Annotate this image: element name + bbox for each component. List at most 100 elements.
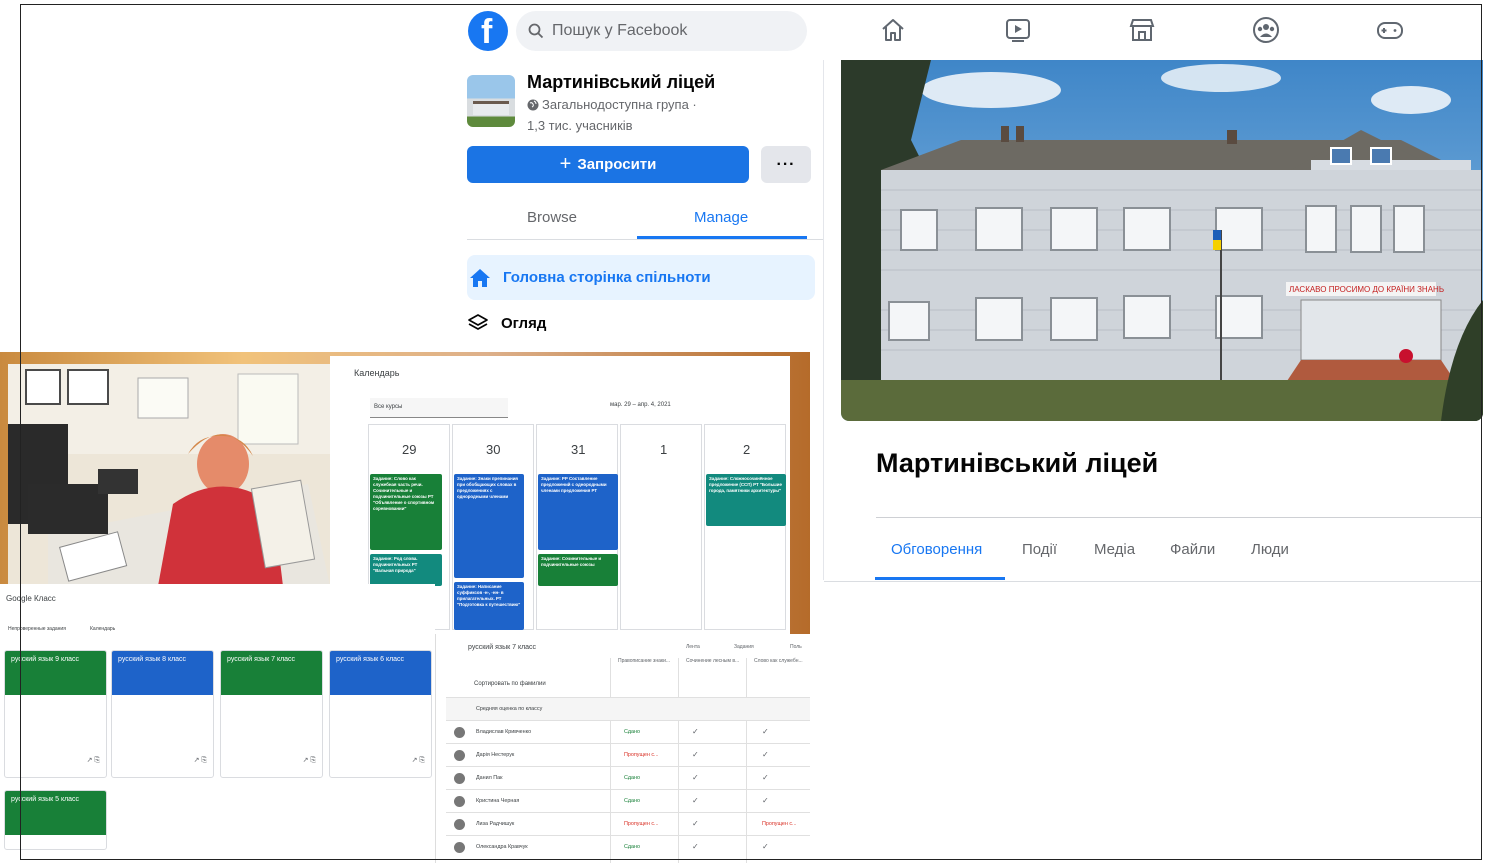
calendar-task-card: Задание: Сложносочинённое предложение (С… <box>706 474 786 526</box>
course-card: русский язык 9 класс ↗ ⎘ <box>4 650 107 778</box>
group-privacy: Загальнодоступна група · <box>527 97 697 112</box>
average-label: Средняя оценка по классу <box>476 706 543 712</box>
sidebar-item-label: Огляд <box>501 314 547 332</box>
submission-status: Пропущен с... <box>624 821 659 827</box>
tab-discussion-indicator <box>875 577 1005 580</box>
gaming-icon[interactable] <box>1376 16 1404 44</box>
group-thumbnail[interactable] <box>467 75 515 127</box>
table-row: Лиза Радчишук Пропущен с... ✓ Пропущен с… <box>446 812 810 835</box>
tab-events[interactable]: Події <box>1022 541 1057 558</box>
course-card-title: русский язык 6 класс <box>330 651 431 695</box>
checkmark-icon: ✓ <box>762 750 769 759</box>
group-cover-photo[interactable]: ЛАСКАВО ПРОСИМО ДО КРАЇНИ ЗНАНЬ <box>841 60 1483 421</box>
gradebook-average-row: Средняя оценка по классу <box>446 697 810 720</box>
checkmark-icon: ✓ <box>762 773 769 782</box>
column-divider <box>823 60 824 580</box>
gradebook-sort: Сортировать по фамилии <box>474 681 546 687</box>
submission-status: Пропущен с... <box>762 821 797 827</box>
submission-status: Пропущен с... <box>624 752 659 758</box>
search-input[interactable] <box>552 22 782 40</box>
course-card: русский язык 6 класс ↗ ⎘ <box>329 650 432 778</box>
calendar-task-card: Задание: РР Составление предложений с од… <box>538 474 618 550</box>
right-divider <box>876 517 1482 518</box>
more-options-button[interactable]: ··· <box>761 146 811 183</box>
course-card: русский язык 7 класс ↗ ⎘ <box>220 650 323 778</box>
student-name: Дарiя Нестерук <box>476 752 515 758</box>
sidebar-item-community-home[interactable]: Головна сторінка спільноти <box>467 255 815 300</box>
calendar-day-number: 29 <box>402 442 417 457</box>
table-row: Данил Пак Сдано ✓ ✓ <box>446 766 810 789</box>
table-row: Кристина Черная Сдано ✓ ✓ <box>446 789 810 812</box>
invite-button[interactable]: + Запросити <box>467 146 749 183</box>
group-members[interactable]: 1,3 тис. учасників <box>527 118 633 133</box>
calendar-task-card: Задание: Слово как служебная часть речи.… <box>370 474 442 550</box>
course-card-actions: ↗ ⎘ <box>302 757 316 764</box>
tab-manage[interactable]: Manage <box>694 209 748 226</box>
office-photo <box>8 364 330 586</box>
table-row: Дарiя Нестерук Пропущен с... ✓ ✓ <box>446 743 810 766</box>
plus-icon: + <box>559 153 572 175</box>
course-card-title: русский язык 9 класс <box>5 651 106 695</box>
classroom-link: Непроверенные задания <box>8 626 66 632</box>
tab-media[interactable]: Медіа <box>1094 541 1135 558</box>
student-name: Олександра Кравчук <box>476 844 528 850</box>
avatar <box>454 819 465 830</box>
student-name: Владислав Кривченко <box>476 729 532 735</box>
gradebook-title: русский язык 7 класс <box>468 644 537 651</box>
calendar-task-card: Задание: Знаки препинания при обобщающих… <box>454 474 524 578</box>
invite-label: Запросити <box>577 156 657 173</box>
group-privacy-label: Загальнодоступна група · <box>542 97 697 112</box>
gradebook-column-header: Правописание знаки... <box>618 658 671 664</box>
watch-icon[interactable] <box>1004 16 1032 44</box>
course-card-actions: ↗ ⎘ <box>411 757 425 764</box>
home-icon[interactable] <box>879 16 907 44</box>
gradebook-column-header: Слово как служебн... <box>754 658 803 664</box>
checkmark-icon: ✓ <box>692 750 699 759</box>
checkmark-icon: ✓ <box>692 819 699 828</box>
avatar <box>454 842 465 853</box>
sidebar-divider <box>467 239 823 240</box>
checkmark-icon: ✓ <box>692 842 699 851</box>
sidebar-item-overview[interactable]: Огляд <box>467 312 546 334</box>
table-row: Олександра Кравчук Сдано ✓ ✓ <box>446 835 810 858</box>
sidebar-item-label: Головна сторінка спільноти <box>503 269 711 286</box>
calendar-day-number: 1 <box>660 442 668 457</box>
course-card-title: русский язык 5 класс <box>5 791 106 835</box>
classroom-link: Календарь <box>90 626 116 632</box>
facebook-logo-glyph: f <box>481 13 493 51</box>
calendar-task-card: Задание: Написание суффиксов -н-, -нн- в… <box>454 582 524 630</box>
collage-image: Календарь Все курсы мар. 29 – апр. 4, 20… <box>0 352 810 863</box>
submission-status: Сдано <box>624 775 641 781</box>
checkmark-icon: ✓ <box>692 773 699 782</box>
search-box[interactable] <box>516 11 807 51</box>
home-filled-icon <box>470 268 490 287</box>
calendar-course-select: Все курсы <box>370 398 508 418</box>
facebook-logo[interactable]: f <box>468 11 508 51</box>
avatar <box>454 796 465 807</box>
group-title: Мартинівський ліцей <box>876 448 1159 478</box>
avatar <box>454 750 465 761</box>
course-card-title: русский язык 8 класс <box>112 651 213 695</box>
group-name[interactable]: Мартинівський ліцей <box>527 72 715 93</box>
course-card: русский язык 8 класс ↗ ⎘ <box>111 650 214 778</box>
tab-files[interactable]: Файли <box>1170 541 1215 558</box>
course-card: русский язык 5 класс <box>4 790 107 850</box>
gradebook-tab: Лента <box>686 644 700 650</box>
groups-icon[interactable] <box>1252 16 1280 44</box>
search-icon <box>528 23 544 39</box>
tab-people[interactable]: Люди <box>1251 541 1289 558</box>
google-classroom-panel: Google Класс Непроверенные задания Кален… <box>0 584 435 863</box>
marketplace-icon[interactable] <box>1128 16 1156 44</box>
gradebook-tab: Задания <box>734 644 754 650</box>
tab-browse[interactable]: Browse <box>527 209 577 226</box>
entrance-banner-text: ЛАСКАВО ПРОСИМО ДО КРАЇНИ ЗНАНЬ <box>1289 285 1444 294</box>
calendar-task-card: Задание: Род слова. подчинительных РТ "В… <box>370 554 442 586</box>
avatar <box>454 727 465 738</box>
checkmark-icon: ✓ <box>762 727 769 736</box>
checkmark-icon: ✓ <box>762 796 769 805</box>
course-card-title: русский язык 7 класс <box>221 651 322 695</box>
tab-discussion[interactable]: Обговорення <box>891 541 982 558</box>
student-name: Лиза Радчишук <box>476 821 515 827</box>
gradebook-tab: Поль <box>790 644 802 650</box>
avatar <box>454 773 465 784</box>
